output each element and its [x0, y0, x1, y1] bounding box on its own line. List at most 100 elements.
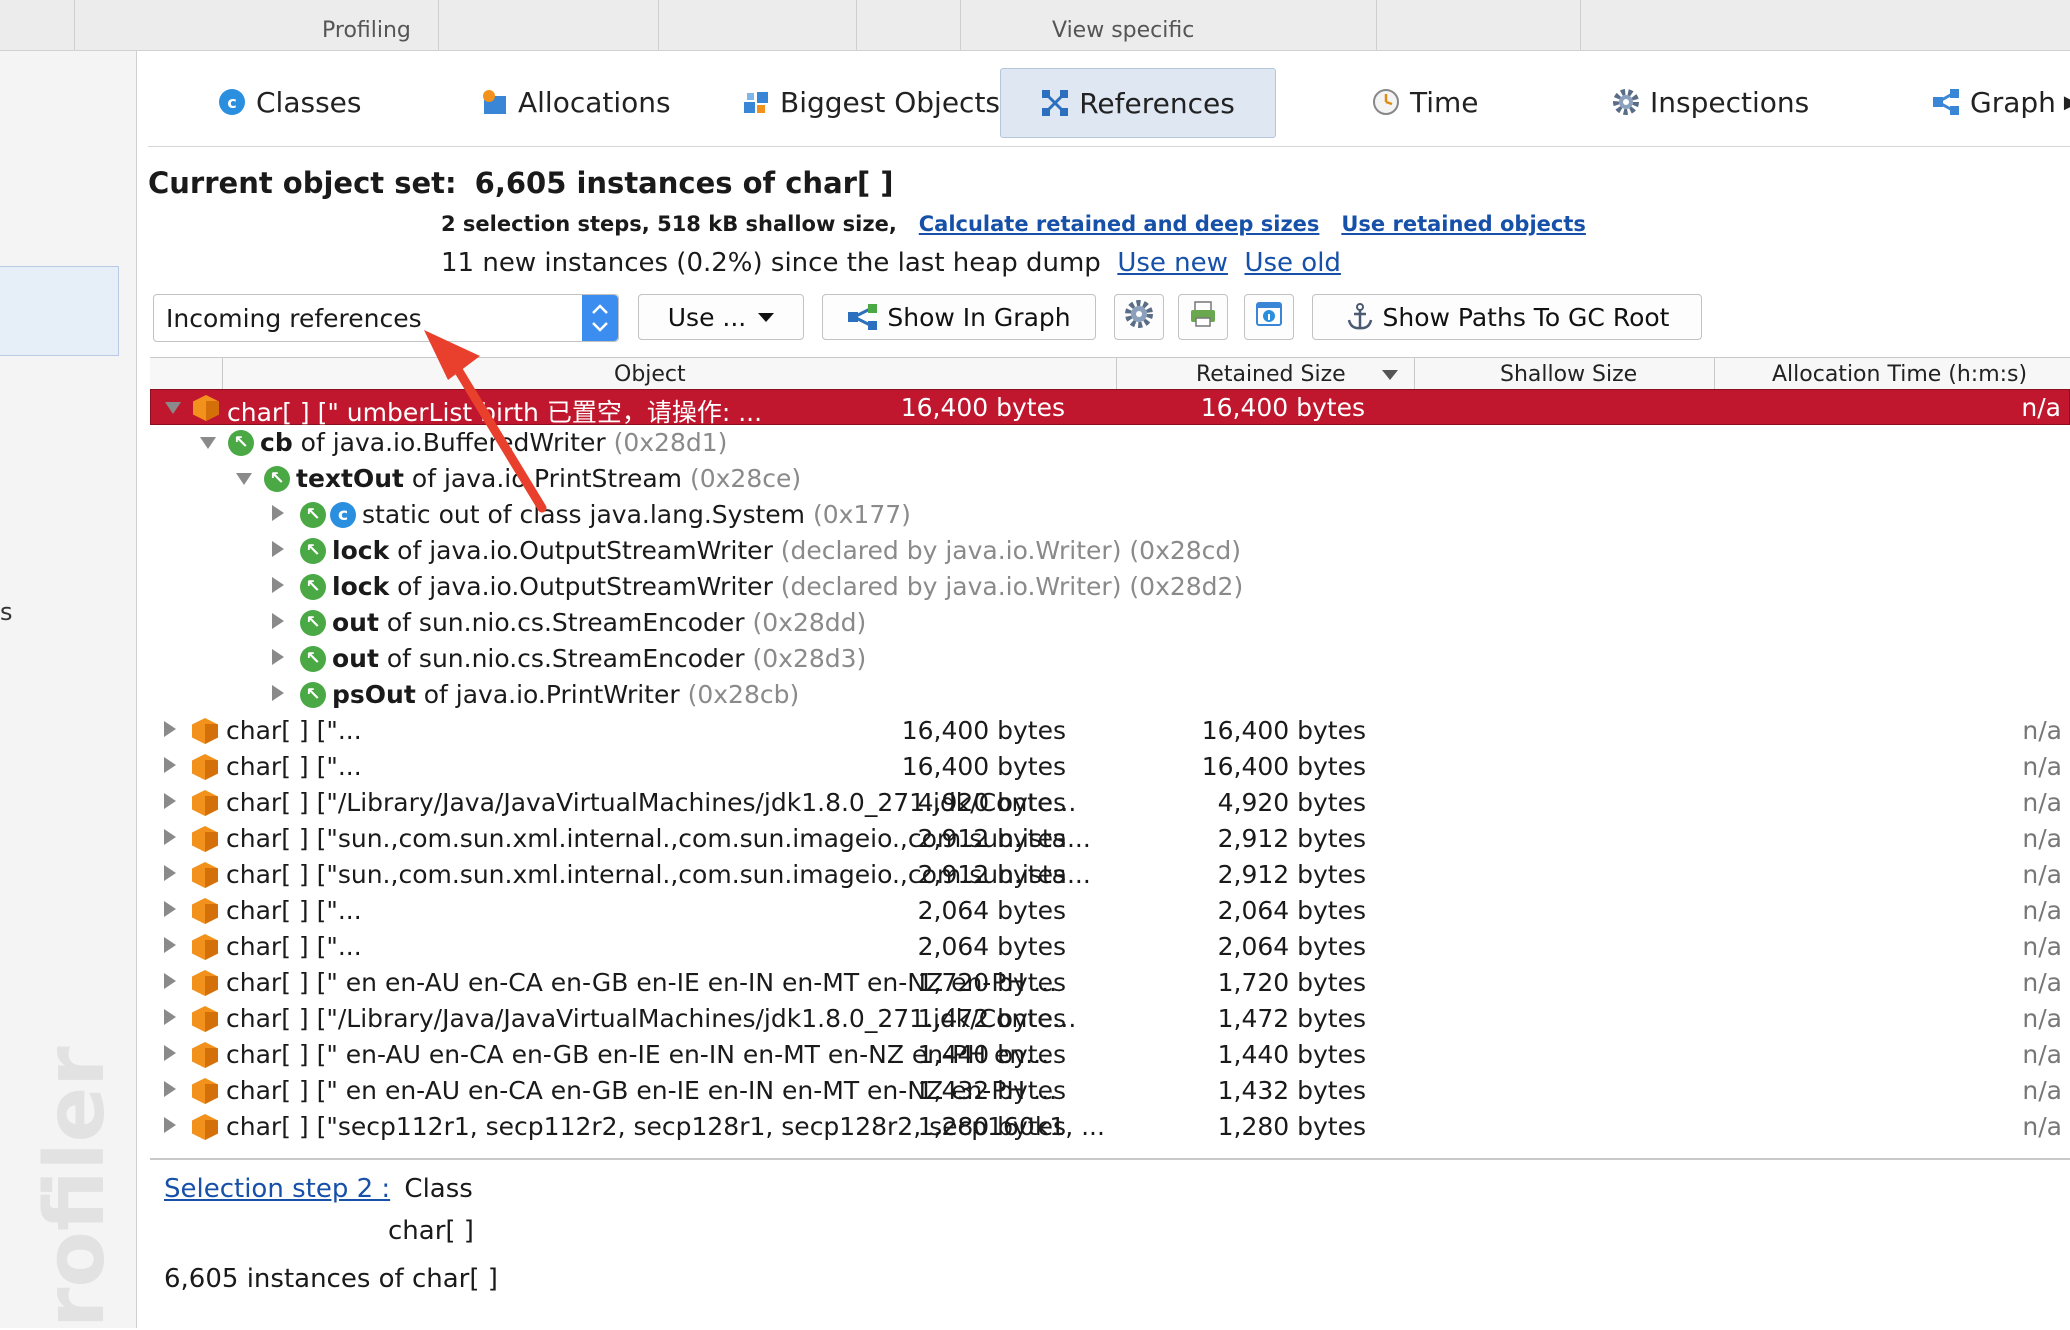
object-description: of sun.nio.cs.StreamEncoder: [378, 644, 753, 673]
table-row[interactable]: char[ ] ["... 2,064 bytes 2,064 bytes n/a: [150, 893, 2070, 929]
allocation-time-cell: n/a: [2022, 968, 2062, 997]
print-button[interactable]: [1178, 294, 1228, 340]
show-paths-label: Show Paths To GC Root: [1382, 302, 1670, 332]
expand-arrow-icon[interactable]: [164, 1081, 176, 1097]
tab-inspections[interactable]: Inspections: [1612, 66, 1809, 138]
tab-references[interactable]: References: [1000, 68, 1276, 138]
table-row[interactable]: char[ ] [" en en-AU en-CA en-GB en-IE en…: [150, 1073, 2070, 1109]
references-icon: [1041, 89, 1069, 117]
select-stepper-icon[interactable]: [582, 295, 618, 341]
table-row[interactable]: ↖ psOut of java.io.PrintWriter (0x28cb): [150, 677, 2070, 713]
table-row[interactable]: char[ ] ["... 2,064 bytes 2,064 bytes n/a: [150, 929, 2070, 965]
column-divider: [222, 358, 223, 392]
table-row[interactable]: char[ ] ["/Library/Java/JavaVirtualMachi…: [150, 785, 2070, 821]
expand-arrow-icon[interactable]: [272, 613, 284, 629]
sort-descending-icon[interactable]: [1382, 370, 1398, 380]
table-row[interactable]: char[ ] ["secp112r1, secp112r2, secp128r…: [150, 1109, 2070, 1145]
expand-arrow-icon[interactable]: [164, 973, 176, 989]
tab-time[interactable]: Time: [1372, 66, 1479, 138]
tab-label: Biggest Objects: [780, 85, 1001, 119]
expand-arrow-icon[interactable]: [272, 649, 284, 665]
tab-biggest-objects[interactable]: Biggest Objects: [742, 66, 1000, 138]
collapse-arrow-icon[interactable]: [200, 437, 216, 449]
object-label: lock of java.io.OutputStreamWriter (decl…: [332, 536, 1241, 565]
object-id: (0x28dd): [752, 608, 867, 637]
use-old-link[interactable]: Use old: [1244, 248, 1340, 278]
expand-arrow-icon[interactable]: [164, 721, 176, 737]
anchor-icon: [1345, 302, 1375, 332]
table-row[interactable]: char[ ] [" en-AU en-CA en-GB en-IE en-IN…: [150, 1037, 2070, 1073]
allocation-time-cell: n/a: [2022, 860, 2062, 889]
expand-arrow-icon[interactable]: [272, 577, 284, 593]
allocation-time-cell: n/a: [2022, 896, 2062, 925]
shallow-size-cell: 2,912 bytes: [1217, 824, 1366, 853]
column-header-retained-size[interactable]: Retained Size: [1196, 362, 1346, 387]
allocation-time-cell: n/a: [2022, 1112, 2062, 1141]
tab-classes[interactable]: c Classes: [218, 66, 361, 138]
tab-overflow-arrow-icon[interactable]: ▶: [2064, 92, 2070, 113]
view-mode-select[interactable]: Incoming references: [153, 294, 619, 342]
current-object-set-value: 6,605 instances of char[ ]: [474, 166, 894, 200]
table-row[interactable]: char[ ] [" en en-AU en-CA en-GB en-IE en…: [150, 965, 2070, 1001]
object-instance-icon: [192, 934, 218, 960]
expand-arrow-icon[interactable]: [272, 541, 284, 557]
retained-size-cell: 16,400 bytes: [901, 752, 1066, 781]
table-row[interactable]: ↖ cb of java.io.BufferedWriter (0x28d1): [150, 425, 2070, 461]
use-new-link[interactable]: Use new: [1117, 248, 1228, 278]
object-instance-icon: [193, 395, 219, 421]
table-row[interactable]: ↖ out of sun.nio.cs.StreamEncoder (0x28d3…: [150, 641, 2070, 677]
expand-arrow-icon[interactable]: [164, 865, 176, 881]
shallow-size-cell: 1,280 bytes: [1217, 1112, 1366, 1141]
table-row[interactable]: char[ ] [" umberList birth 已置空，请操作: ... 1…: [150, 389, 2070, 427]
expand-arrow-icon[interactable]: [164, 1009, 176, 1025]
class-icon: c: [330, 502, 356, 528]
calculate-retained-link[interactable]: Calculate retained and deep sizes: [919, 212, 1320, 236]
use-retained-objects-link[interactable]: Use retained objects: [1341, 212, 1586, 236]
table-row[interactable]: char[ ] ["... 16,400 bytes 16,400 bytes n/a: [150, 713, 2070, 749]
object-id: (0x28cb): [687, 680, 800, 709]
show-in-graph-button[interactable]: Show In Graph: [822, 294, 1096, 340]
expand-arrow-icon[interactable]: [164, 901, 176, 917]
collapse-arrow-icon[interactable]: [236, 473, 252, 485]
table-row[interactable]: char[ ] ["sun.,com.sun.xml.internal.,com…: [150, 857, 2070, 893]
tab-graph[interactable]: Graph ▶: [1932, 66, 2070, 138]
reference-field-name: lock: [332, 572, 390, 601]
column-header-shallow-size[interactable]: Shallow Size: [1500, 362, 1637, 387]
retained-size-cell: 1,472 bytes: [917, 1004, 1066, 1033]
expand-arrow-icon[interactable]: [164, 937, 176, 953]
new-instances-text: 11 new instances (0.2%) since the last h…: [441, 248, 1101, 278]
table-row[interactable]: ↖ lock of java.io.OutputStreamWriter (dec…: [150, 533, 2070, 569]
expand-arrow-icon[interactable]: [164, 793, 176, 809]
object-id: (0x28ce): [689, 464, 802, 493]
table-row[interactable]: ↖ out of sun.nio.cs.StreamEncoder (0x28dd…: [150, 605, 2070, 641]
table-row[interactable]: char[ ] ["sun.,com.sun.xml.internal.,com…: [150, 821, 2070, 857]
column-header-object[interactable]: Object: [614, 362, 686, 387]
expand-arrow-icon[interactable]: [164, 829, 176, 845]
settings-button[interactable]: [1114, 294, 1164, 340]
expand-arrow-icon[interactable]: [164, 1117, 176, 1133]
expand-arrow-icon[interactable]: [164, 1045, 176, 1061]
table-row[interactable]: char[ ] ["/Library/Java/JavaVirtualMachi…: [150, 1001, 2070, 1037]
classes-icon: c: [218, 88, 246, 116]
tab-label: Classes: [256, 85, 362, 119]
expand-arrow-icon[interactable]: [272, 685, 284, 701]
expand-arrow-icon[interactable]: [164, 757, 176, 773]
object-description: of java.io.OutputStreamWriter: [389, 536, 781, 565]
use-button[interactable]: Use ...: [638, 294, 804, 340]
column-header-allocation-time[interactable]: Allocation Time (h:m:s): [1772, 362, 2027, 387]
table-row[interactable]: ↖ c static out of class java.lang.System (…: [150, 497, 2070, 533]
table-row[interactable]: ↖ lock of java.io.OutputStreamWriter (dec…: [150, 569, 2070, 605]
expand-arrow-icon[interactable]: [272, 505, 284, 521]
object-description: char[ ] ["...: [226, 752, 362, 781]
sidebar-selected-item[interactable]: [0, 266, 119, 356]
allocation-time-cell: n/a: [2022, 752, 2062, 781]
table-row[interactable]: ↖ textOut of java.io.PrintStream (0x28ce): [150, 461, 2070, 497]
tab-allocations[interactable]: Allocations: [480, 66, 671, 138]
table-row[interactable]: char[ ] ["... 16,400 bytes 16,400 bytes n/a: [150, 749, 2070, 785]
retained-size-cell: 16,400 bytes: [901, 716, 1066, 745]
info-button[interactable]: [1244, 294, 1294, 340]
show-paths-to-gc-root-button[interactable]: Show Paths To GC Root: [1312, 294, 1702, 340]
selection-step-link[interactable]: Selection step 2 :: [164, 1174, 390, 1204]
object-label: lock of java.io.OutputStreamWriter (decl…: [332, 572, 1243, 601]
collapse-arrow-icon[interactable]: [165, 402, 181, 414]
